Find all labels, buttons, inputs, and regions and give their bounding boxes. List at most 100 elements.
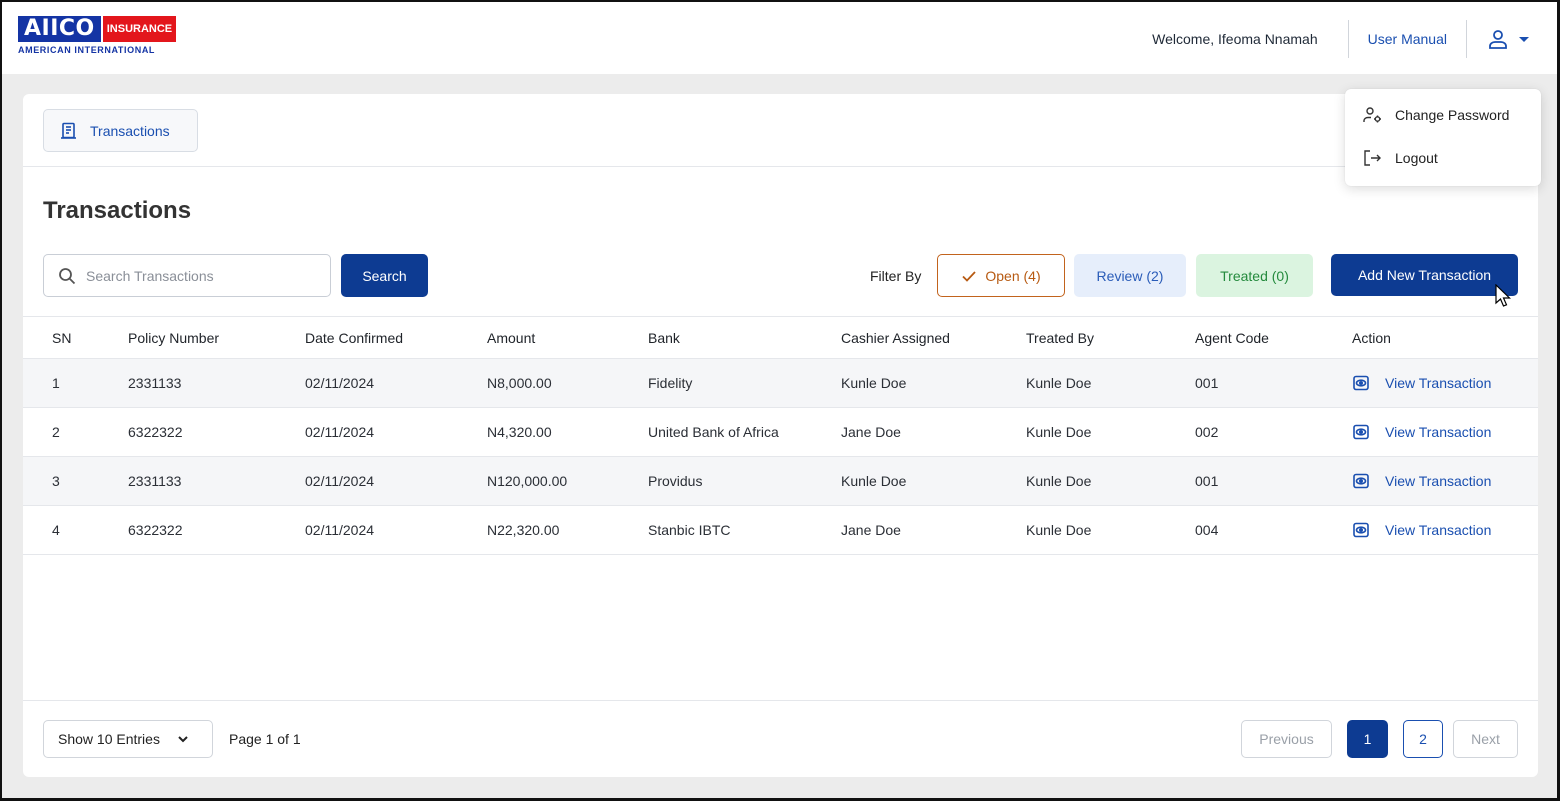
cell-agent-code: 001 [1195,473,1219,489]
column-header: Cashier Assigned [841,329,950,346]
change-password-label: Change Password [1395,107,1510,123]
column-header: Agent Code [1195,329,1269,346]
entries-label: Show 10 Entries [58,731,160,747]
cell-date-confirmed: 02/11/2024 [305,375,375,391]
table-row: 2 6322322 02/11/2024 N4,320.00 United Ba… [23,408,1538,457]
next-page-button[interactable]: Next [1453,720,1518,758]
page-2-button[interactable]: 2 [1403,720,1443,758]
user-menu-button[interactable] [1487,28,1535,50]
cell-amount: N22,320.00 [487,522,560,538]
cell-cashier: Jane Doe [841,424,901,440]
cell-bank: Stanbic IBTC [648,522,731,538]
view-transaction-label: View Transaction [1385,424,1492,440]
cell-bank: Fidelity [648,375,693,391]
cell-policy-number: 6322322 [128,424,183,440]
cell-amount: N120,000.00 [487,473,568,489]
welcome-text: Welcome, Ifeoma Nnamah [1152,31,1318,47]
column-header: Amount [487,329,536,346]
cell-date-confirmed: 02/11/2024 [305,424,375,440]
view-transaction-link[interactable]: View Transaction [1352,457,1491,505]
logo-tag: INSURANCE [102,16,177,42]
cell-treated-by: Kunle Doe [1026,522,1092,538]
view-transaction-label: View Transaction [1385,375,1492,391]
cell-treated-by: Kunle Doe [1026,375,1092,391]
view-transaction-link[interactable]: View Transaction [1352,359,1491,407]
cell-treated-by: Kunle Doe [1026,473,1092,489]
transactions-table: SN Policy Number Date Confirmed Amount B… [23,316,1538,555]
column-header: Action [1352,329,1391,346]
column-header: Treated By [1026,329,1094,346]
logo-subtitle: AMERICAN INTERNATIONAL [18,45,156,55]
cell-cashier: Jane Doe [841,522,901,538]
previous-page-button[interactable]: Previous [1241,720,1332,758]
mouse-cursor-icon [1495,284,1511,307]
eye-icon [1353,424,1369,440]
cell-policy-number: 2331133 [128,473,182,489]
change-password-item[interactable]: Change Password [1363,103,1509,127]
header-actions: Welcome, Ifeoma Nnamah User Manual [1152,20,1535,58]
filter-treated-chip[interactable]: Treated (0) [1196,254,1313,297]
filter-review-chip[interactable]: Review (2) [1074,254,1186,297]
receipt-icon [61,122,76,139]
cell-agent-code: 001 [1195,375,1219,391]
cell-policy-number: 6322322 [128,522,183,538]
search-icon [59,267,76,284]
logo-mark: AIICO [18,16,101,42]
table-row: 3 2331133 02/11/2024 N120,000.00 Providu… [23,457,1538,506]
column-header: SN [52,329,72,346]
divider [23,166,1538,167]
view-transaction-label: View Transaction [1385,522,1492,538]
table-row: 4 6322322 02/11/2024 N22,320.00 Stanbic … [23,506,1538,555]
cell-sn: 3 [52,473,60,489]
search-button[interactable]: Search [341,254,428,297]
cell-date-confirmed: 02/11/2024 [305,473,375,489]
main-card: Transactions Transactions Search Filter … [23,94,1538,777]
eye-icon [1353,473,1369,489]
divider [1466,20,1467,58]
cell-cashier: Kunle Doe [841,375,907,391]
cell-sn: 4 [52,522,60,538]
cell-amount: N8,000.00 [487,375,552,391]
divider [23,700,1538,701]
search-input[interactable] [86,267,316,284]
eye-icon [1353,375,1369,391]
cell-date-confirmed: 02/11/2024 [305,522,375,538]
cell-agent-code: 004 [1195,522,1219,538]
caret-down-icon [1519,37,1529,42]
breadcrumb-label: Transactions [90,122,170,139]
cell-cashier: Kunle Doe [841,473,907,489]
user-icon [1489,30,1507,49]
logout-item[interactable]: Logout [1363,146,1438,170]
divider [1347,20,1349,58]
eye-icon [1353,522,1369,538]
search-field[interactable] [43,254,331,297]
column-header: Policy Number [128,329,220,346]
column-header: Bank [648,329,680,346]
check-icon [962,270,977,282]
logout-label: Logout [1395,150,1438,166]
filter-label: Filter By [870,268,922,284]
cell-agent-code: 002 [1195,424,1219,440]
chevron-down-icon [178,736,188,743]
user-settings-icon [1363,107,1381,123]
cell-sn: 2 [52,424,60,440]
page-title: Transactions [43,197,192,224]
page-1-button[interactable]: 1 [1347,720,1388,758]
table-header-row: SN Policy Number Date Confirmed Amount B… [23,316,1538,359]
filter-open-chip[interactable]: Open (4) [937,254,1065,297]
cell-bank: Providus [648,473,703,489]
table-row: 1 2331133 02/11/2024 N8,000.00 Fidelity … [23,359,1538,408]
column-header: Date Confirmed [305,329,404,346]
app-window: AIICO INSURANCE AMERICAN INTERNATIONAL W… [0,0,1560,801]
cell-policy-number: 2331133 [128,375,182,391]
user-manual-link[interactable]: User Manual [1368,31,1447,47]
top-header: AIICO INSURANCE AMERICAN INTERNATIONAL W… [2,2,1557,74]
brand-logo[interactable]: AIICO INSURANCE AMERICAN INTERNATIONAL [18,16,178,60]
add-new-transaction-button[interactable]: Add New Transaction [1331,254,1518,296]
view-transaction-link[interactable]: View Transaction [1352,506,1491,554]
entries-per-page-select[interactable]: Show 10 Entries [43,720,213,758]
breadcrumb-transactions[interactable]: Transactions [43,109,198,152]
view-transaction-link[interactable]: View Transaction [1352,408,1491,456]
view-transaction-label: View Transaction [1385,473,1492,489]
cell-bank: United Bank of Africa [648,424,779,440]
